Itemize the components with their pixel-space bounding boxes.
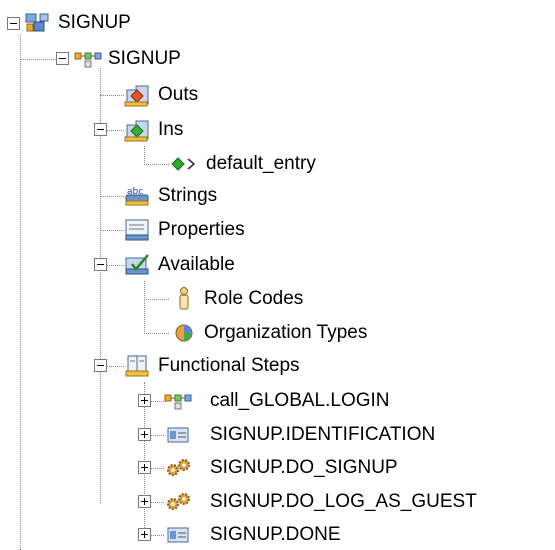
tree-connector: [144, 281, 145, 334]
outs-icon: [124, 82, 152, 108]
tree-node-root[interactable]: SIGNUP: [24, 8, 131, 38]
tree-view: SIGNUP SIGNUP Outs Ins default_entry abc…: [0, 0, 555, 550]
tree-node-label: Properties: [158, 219, 245, 240]
tree-node-label: SIGNUP.DO_SIGNUP: [210, 457, 398, 478]
tree-node-strings[interactable]: abc Strings: [124, 181, 217, 211]
form-icon: [164, 522, 192, 548]
tree-node-step[interactable]: SIGNUP.IDENTIFICATION: [164, 420, 435, 450]
collapse-toggle[interactable]: [94, 359, 107, 372]
tree-connector: [106, 265, 124, 266]
tree-node-process[interactable]: SIGNUP: [74, 44, 181, 74]
collapse-toggle[interactable]: [7, 17, 20, 30]
tree-connector: [144, 164, 169, 165]
tree-node-label: SIGNUP.IDENTIFICATION: [210, 424, 436, 445]
available-icon: [124, 252, 152, 278]
tree-connector: [21, 59, 56, 60]
tree-node-organization-types[interactable]: Organization Types: [170, 318, 367, 348]
collapse-toggle[interactable]: [94, 123, 107, 136]
tree-node-properties[interactable]: Properties: [124, 215, 245, 245]
tree-node-label: SIGNUP: [108, 48, 181, 69]
collapse-toggle[interactable]: [94, 258, 107, 271]
tree-node-label: SIGNUP.DONE: [210, 524, 341, 545]
expand-toggle[interactable]: [138, 428, 151, 441]
tree-connector: [100, 196, 124, 197]
tree-node-label: Functional Steps: [158, 355, 300, 376]
tree-node-label: SIGNUP.DO_LOG_AS_GUEST: [210, 491, 477, 512]
entry-icon: [170, 151, 200, 177]
flow-icon: [164, 388, 192, 414]
tree-node-label: Available: [158, 254, 235, 275]
tree-connector: [144, 299, 169, 300]
tree-node-label: call_GLOBAL.LOGIN: [210, 390, 390, 411]
tree-connector: [150, 468, 164, 469]
flow-icon: [74, 46, 102, 72]
expand-toggle[interactable]: [138, 528, 151, 541]
gears-icon: [164, 455, 192, 481]
strings-icon: abc: [124, 183, 152, 209]
person-icon: [170, 286, 198, 312]
collapse-toggle[interactable]: [56, 52, 69, 65]
organization-icon: [170, 320, 198, 346]
tree-connector: [150, 435, 164, 436]
tree-node-label: SIGNUP: [58, 12, 131, 33]
tree-node-step[interactable]: SIGNUP.DO_SIGNUP: [164, 453, 398, 483]
tree-node-role-codes[interactable]: Role Codes: [170, 284, 303, 314]
tree-node-label: Organization Types: [204, 322, 368, 343]
tree-node-step[interactable]: SIGNUP.DO_LOG_AS_GUEST: [164, 487, 477, 517]
tree-node-label: default_entry: [206, 153, 316, 174]
expand-toggle[interactable]: [138, 394, 151, 407]
process-icon: [24, 10, 52, 36]
tree-connector: [106, 366, 124, 367]
tree-node-step[interactable]: SIGNUP.DONE: [164, 520, 341, 550]
tree-node-label: Strings: [158, 185, 218, 206]
svg-text:abc: abc: [127, 187, 143, 197]
gears-icon: [164, 489, 192, 515]
tree-node-functional-steps[interactable]: Functional Steps: [124, 351, 300, 381]
tree-node-label: Ins: [158, 119, 184, 140]
tree-connector: [106, 130, 124, 131]
tree-node-label: Role Codes: [204, 288, 304, 309]
tree-connector: [144, 333, 169, 334]
tree-node-default-entry[interactable]: default_entry: [170, 149, 316, 179]
tree-connector: [150, 535, 164, 536]
tree-node-available[interactable]: Available: [124, 250, 235, 280]
tree-node-ins[interactable]: Ins: [124, 115, 183, 145]
properties-icon: [124, 217, 152, 243]
book-icon: [124, 353, 152, 379]
tree-node-step[interactable]: call_GLOBAL.LOGIN: [164, 386, 390, 416]
tree-connector: [150, 502, 164, 503]
tree-node-label: Outs: [158, 84, 199, 105]
form-icon: [164, 422, 192, 448]
tree-connector: [150, 401, 164, 402]
tree-connector: [144, 146, 145, 165]
tree-connector: [20, 35, 21, 550]
expand-toggle[interactable]: [138, 461, 151, 474]
tree-connector: [100, 230, 124, 231]
tree-node-outs[interactable]: Outs: [124, 80, 198, 110]
expand-toggle[interactable]: [138, 495, 151, 508]
ins-icon: [124, 117, 152, 143]
tree-connector: [100, 95, 124, 96]
